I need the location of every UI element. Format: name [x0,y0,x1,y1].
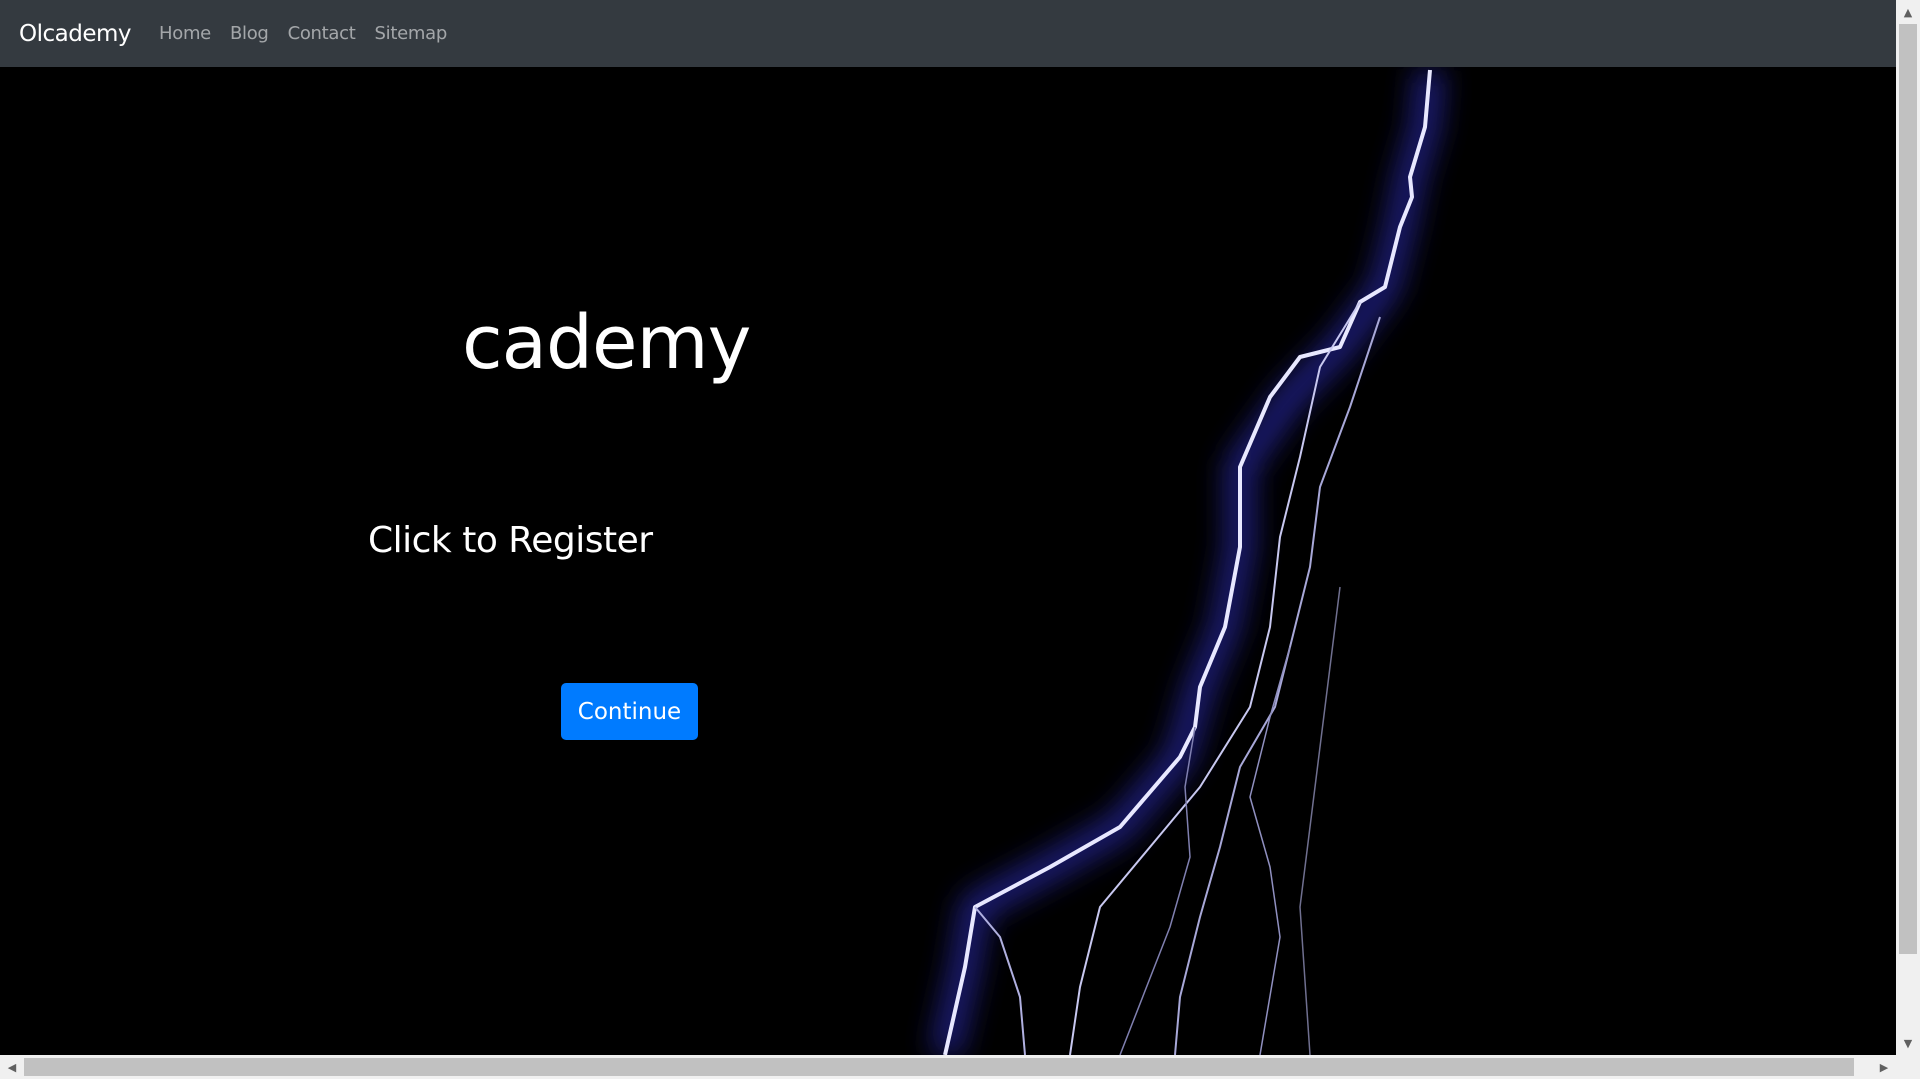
nav-link-home[interactable]: Home [159,23,211,44]
nav-link-blog[interactable]: Blog [230,23,269,44]
nav-link-sitemap[interactable]: Sitemap [375,23,448,44]
scroll-down-arrow-icon[interactable]: ▼ [1896,1031,1920,1055]
lightning-background-image [930,68,1445,1055]
hero-section: cademy Click to Register Continue [0,67,1896,1055]
scroll-right-arrow-icon[interactable]: ▶ [1872,1055,1896,1079]
nav-link-contact[interactable]: Contact [288,23,356,44]
hero-subtitle: Click to Register [368,520,653,561]
continue-button[interactable]: Continue [561,683,698,740]
hero-title: cademy [462,300,751,386]
navbar: Olcademy Home Blog Contact Sitemap [0,0,1896,67]
brand-logo[interactable]: Olcademy [19,21,132,47]
vertical-scrollbar-thumb[interactable] [1899,24,1917,954]
horizontal-scrollbar-thumb[interactable] [24,1058,1854,1076]
vertical-scrollbar[interactable]: ▲ ▼ [1896,0,1920,1055]
scroll-left-arrow-icon[interactable]: ◀ [0,1055,24,1079]
horizontal-scrollbar[interactable]: ◀ ▶ [0,1055,1920,1079]
scroll-up-arrow-icon[interactable]: ▲ [1896,0,1920,24]
